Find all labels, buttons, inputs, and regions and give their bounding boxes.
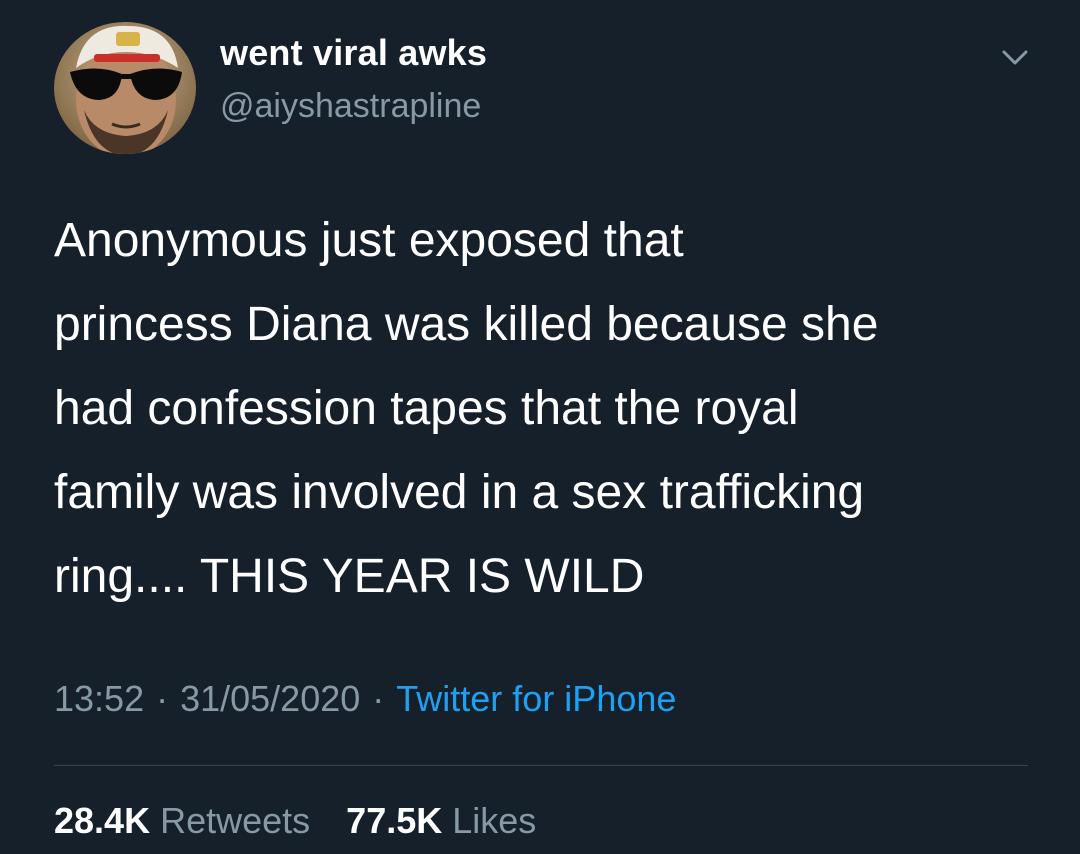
retweets-stat[interactable]: 28.4K Retweets [54,800,310,841]
likes-count: 77.5K [346,800,443,841]
display-name[interactable]: went viral awks [220,32,487,74]
tweet-text: Anonymous just exposed that princess Dia… [54,214,879,603]
user-handle[interactable]: @aiyshastrapline [220,87,481,126]
divider [54,765,1028,766]
tweet-stats: 28.4K Retweets 77.5K Likes [54,800,562,842]
meta-separator: · [372,678,385,719]
avatar[interactable] [54,22,196,154]
tweet-card: went viral awks @aiyshastrapline Anonymo… [0,0,1080,854]
retweets-count: 28.4K [54,800,151,841]
tweet-source-link[interactable]: Twitter for iPhone [396,678,676,719]
meta-separator: · [156,678,169,719]
tweet-time: 13:52 [54,678,145,719]
chevron-down-icon[interactable] [998,40,1032,74]
tweet-meta: 13:52 · 31/05/2020 · Twitter for iPhone [54,678,676,720]
tweet-date: 31/05/2020 [180,678,361,719]
retweets-label: Retweets [160,800,311,841]
likes-label: Likes [452,800,537,841]
likes-stat[interactable]: 77.5K Likes [346,800,536,841]
avatar-photo-icon [54,22,196,154]
